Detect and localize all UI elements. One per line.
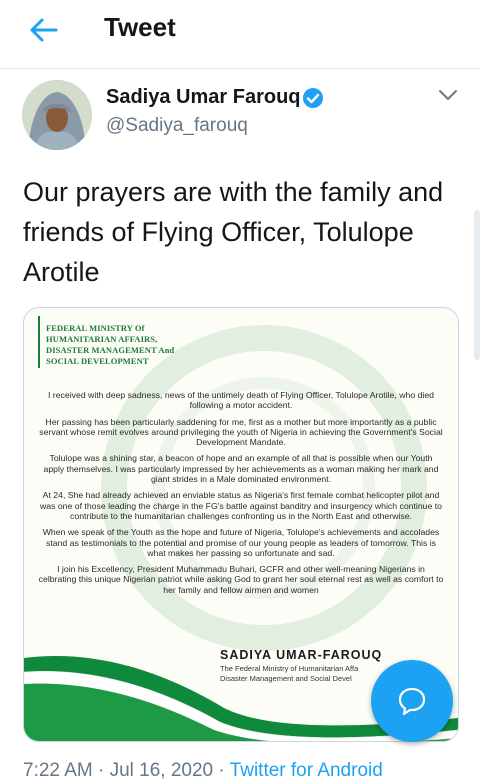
letter-paragraph: When we speak of the Youth as the hope a… — [42, 527, 440, 558]
header-divider — [0, 68, 480, 69]
chat-bubble-icon — [398, 687, 426, 716]
letterhead-rule — [38, 316, 40, 368]
letter-paragraph: Her passing has been particularly sadden… — [39, 416, 443, 448]
scrollbar[interactable] — [474, 210, 480, 360]
verified-badge-icon — [303, 88, 323, 108]
tweet-timestamp: 7:22 AM · Jul 16, 2020 · — [23, 760, 230, 781]
signature-name: SADIYA UMAR-FAROUQ — [220, 648, 383, 662]
compose-reply-button[interactable] — [371, 660, 453, 742]
condolence-letter: I received with deep sadness, news of th… — [38, 390, 444, 601]
chevron-down-icon[interactable] — [438, 88, 458, 102]
author-handle[interactable]: @Sadiya_farouq — [106, 115, 248, 137]
letter-paragraph: At 24, She had already achieved an envia… — [39, 490, 443, 521]
letter-paragraph: I received with deep sadness, news of th… — [47, 390, 434, 411]
tweet-text: Our prayers are with the family and frie… — [23, 177, 444, 287]
page-title: Tweet — [104, 12, 176, 42]
tweet-meta: 7:22 AM · Jul 16, 2020 · Twitter for And… — [23, 760, 383, 782]
tweet-source-link[interactable]: Twitter for Android — [230, 760, 383, 781]
letter-paragraph: Tolulope was a shining star, a beacon of… — [43, 453, 439, 485]
author-name[interactable]: Sadiya Umar Farouq — [106, 86, 301, 109]
back-arrow-icon[interactable] — [28, 16, 58, 44]
letter-paragraph: I join his Excellency, President Muhamma… — [38, 564, 444, 595]
avatar[interactable] — [22, 80, 92, 150]
letterhead: FEDERAL MINISTRY Of HUMANITARIAN AFFAIRS… — [46, 323, 175, 366]
top-bar: Tweet — [0, 0, 480, 58]
